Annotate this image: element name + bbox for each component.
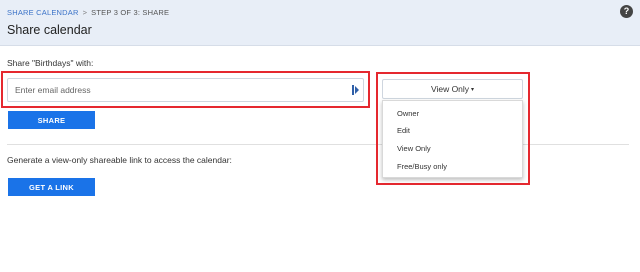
help-icon[interactable]: ?	[620, 5, 633, 18]
section-divider	[7, 144, 629, 145]
email-input[interactable]	[7, 78, 364, 102]
breadcrumb-current-step: Step 3 of 3: Share	[91, 8, 170, 17]
breadcrumb-separator: >	[82, 8, 88, 17]
permission-dropdown-menu: Owner Edit View Only Free/Busy only	[382, 100, 523, 178]
page-title: Share calendar	[7, 23, 92, 37]
permission-select[interactable]: View Only ▾	[382, 79, 523, 99]
page-header: Share calendar > Step 3 of 3: Share Share …	[0, 0, 640, 46]
menu-item-free-busy-only[interactable]: Free/Busy only	[397, 162, 447, 171]
menu-item-owner[interactable]: Owner	[397, 109, 419, 118]
get-link-button[interactable]: GET A LINK	[8, 178, 95, 196]
share-with-label: Share "Birthdays" with:	[7, 58, 94, 68]
permission-selected-value: View Only	[430, 84, 470, 94]
contact-picker-icon[interactable]	[352, 85, 360, 95]
chevron-down-icon: ▾	[471, 87, 475, 93]
share-button[interactable]: SHARE	[8, 111, 95, 129]
breadcrumb: Share calendar > Step 3 of 3: Share	[7, 8, 169, 17]
menu-item-view-only[interactable]: View Only	[397, 144, 431, 153]
breadcrumb-link-share-calendar[interactable]: Share calendar	[7, 8, 79, 17]
shareable-link-label: Generate a view-only shareable link to a…	[7, 155, 232, 165]
menu-item-edit[interactable]: Edit	[397, 126, 410, 135]
